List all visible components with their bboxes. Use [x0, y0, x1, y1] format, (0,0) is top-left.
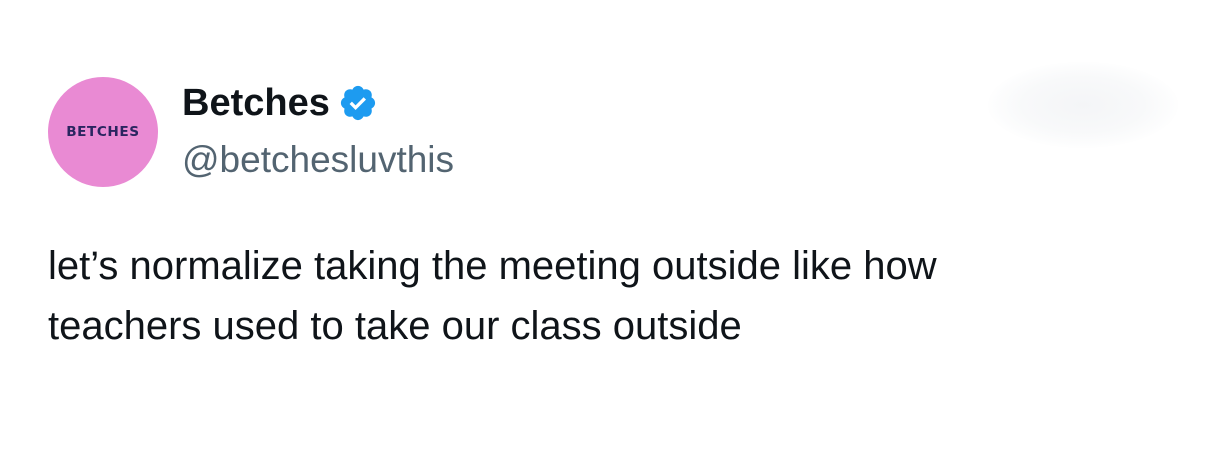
user-handle[interactable]: @betchesluvthis: [182, 137, 454, 183]
verified-badge-icon: [340, 85, 375, 121]
avatar-logo-text: BETCHES: [66, 124, 140, 140]
author-name-row: Betches: [182, 80, 378, 126]
display-name[interactable]: Betches: [182, 80, 330, 126]
tweet-card: BETCHES Betches @betchesluvthis let’s no…: [0, 0, 1206, 460]
blurred-area: [988, 62, 1178, 148]
tweet-text-line-1: let’s normalize taking the meeting outsi…: [48, 244, 937, 288]
tweet-text: let’s normalize taking the meeting outsi…: [48, 236, 1168, 356]
tweet-text-line-2: teachers used to take our class outside: [48, 304, 742, 348]
avatar[interactable]: BETCHES: [48, 77, 158, 187]
